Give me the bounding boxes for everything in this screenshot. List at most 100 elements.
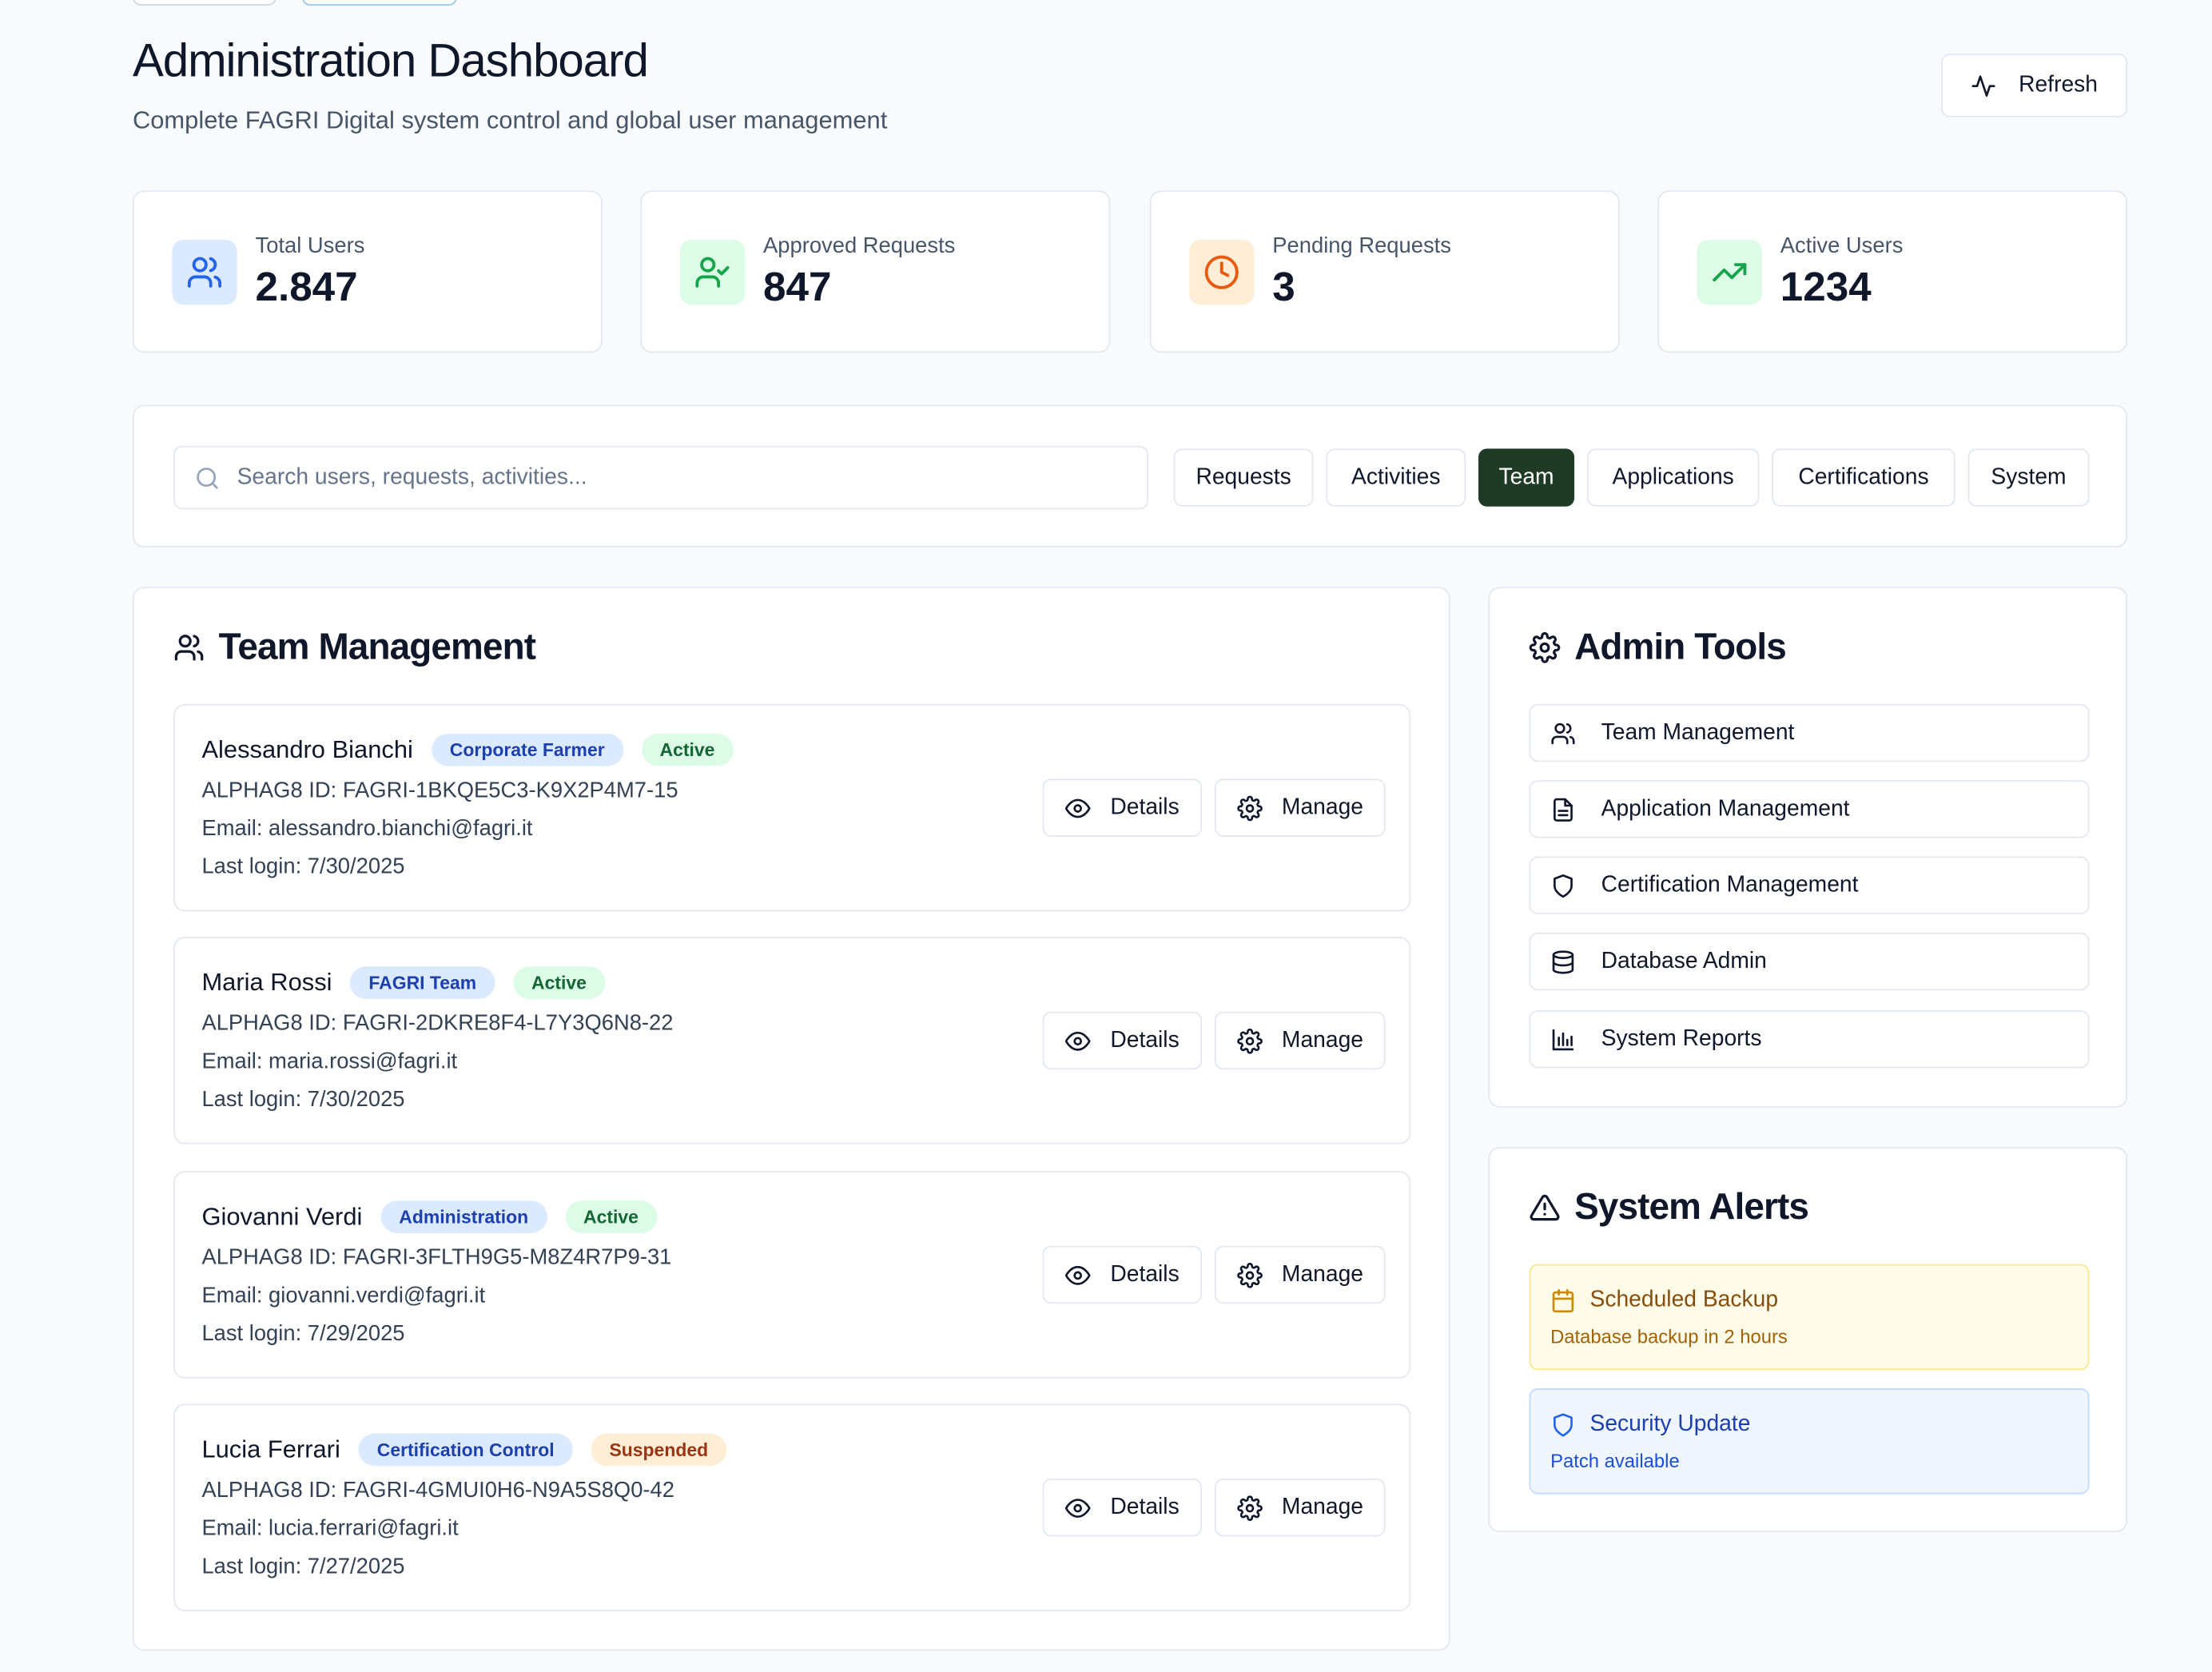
search-input[interactable] [237, 447, 1126, 508]
gear-icon [1236, 794, 1263, 821]
role-badge: Certification Control [358, 1433, 573, 1467]
member-email: Email: alessandro.bianchi@fagri.it [201, 817, 533, 842]
details-button[interactable]: Details [1042, 1011, 1203, 1070]
member-last-login: Last login: 7/30/2025 [201, 854, 405, 879]
file-text-icon [1554, 797, 1573, 821]
tool-label: Team Management [1601, 720, 1795, 745]
member-header: Lucia Ferrari Certification Control Susp… [201, 1433, 727, 1467]
alert-title: Scheduled Backup [1589, 1288, 1779, 1312]
alert-text: Database backup in 2 hours [1550, 1326, 1788, 1348]
member-id: ALPHAG8 ID: FAGRI-2DKRE8F4-L7Y3Q6N8-22 [201, 1011, 674, 1036]
manage-button[interactable]: Manage [1214, 1479, 1386, 1537]
member-id: ALPHAG8 ID: FAGRI-4GMUI0H6-N9A5S8Q0-42 [201, 1479, 674, 1503]
users-icon [174, 634, 204, 660]
tool-label: Certification Management [1601, 872, 1859, 897]
alert-scheduled-backup[interactable]: Scheduled Backup Database backup in 2 ho… [1529, 1264, 2090, 1371]
member-last-login: Last login: 7/30/2025 [201, 1088, 405, 1113]
role-badge: Corporate Farmer [431, 733, 623, 766]
dashboard-page: Administration Dashboard Complete FAGRI … [0, 0, 2212, 1672]
tool-database-admin[interactable]: Database Admin [1529, 932, 2090, 991]
stat-label: Approved Requests [763, 234, 956, 259]
shield-icon [1554, 874, 1573, 898]
stat-value: 2.847 [255, 265, 358, 311]
role-badge: Administration [380, 1200, 547, 1233]
gear-icon [1236, 1495, 1263, 1521]
team-member-card: Lucia Ferrari Certification Control Susp… [173, 1403, 1411, 1611]
manage-label: Manage [1281, 1262, 1363, 1287]
users-icon [172, 240, 237, 305]
tab-system[interactable]: System [1967, 448, 2090, 507]
tool-label: Database Admin [1601, 949, 1767, 973]
tool-application-management[interactable]: Application Management [1529, 780, 2090, 838]
top-tab-stub[interactable] [132, 0, 276, 6]
admin-tools-panel: Admin Tools Team Management Application … [1488, 587, 2128, 1108]
role-badge: FAGRI Team [350, 966, 495, 999]
refresh-label: Refresh [2019, 72, 2099, 97]
user-check-icon [679, 240, 746, 305]
details-button[interactable]: Details [1042, 1479, 1203, 1537]
bar-chart-icon [1552, 1028, 1574, 1050]
top-tab-stub-active[interactable] [301, 0, 457, 6]
page-title: Administration Dashboard [132, 34, 649, 86]
admin-tools-heading: Admin Tools [1529, 625, 1787, 669]
stat-value: 1234 [1780, 265, 1872, 311]
tool-system-reports[interactable]: System Reports [1529, 1009, 2090, 1069]
details-label: Details [1110, 1028, 1180, 1053]
alert-triangle-icon [1530, 1193, 1560, 1220]
page-subtitle: Complete FAGRI Digital system control an… [132, 105, 888, 134]
member-last-login: Last login: 7/29/2025 [201, 1322, 405, 1347]
system-alerts-heading: System Alerts [1530, 1184, 1809, 1229]
member-last-login: Last login: 7/27/2025 [201, 1555, 405, 1579]
team-member-card: Maria Rossi FAGRI Team Active ALPHAG8 ID… [173, 937, 1411, 1145]
tab-applications[interactable]: Applications [1586, 448, 1760, 507]
status-badge: Suspended [591, 1433, 727, 1467]
manage-label: Manage [1281, 794, 1363, 819]
stat-label: Active Users [1780, 234, 1904, 259]
stat-card-pending-requests: Pending Requests 3 [1149, 190, 1620, 353]
member-name: Maria Rossi [201, 967, 332, 997]
member-header: Giovanni Verdi Administration Active [201, 1200, 657, 1233]
stat-label: Total Users [255, 234, 365, 259]
tab-certifications[interactable]: Certifications [1772, 448, 1955, 507]
team-member-card: Alessandro Bianchi Corporate Farmer Acti… [173, 703, 1411, 912]
member-name: Giovanni Verdi [201, 1202, 363, 1231]
member-name: Alessandro Bianchi [201, 734, 413, 764]
details-button[interactable]: Details [1042, 1245, 1203, 1304]
manage-button[interactable]: Manage [1214, 1245, 1386, 1304]
eye-icon [1064, 798, 1091, 818]
tab-activities[interactable]: Activities [1326, 448, 1466, 507]
tool-certification-management[interactable]: Certification Management [1529, 856, 2090, 914]
clock-icon [1189, 240, 1255, 305]
stat-card-approved-requests: Approved Requests 847 [640, 190, 1111, 353]
team-management-heading: Team Management [173, 625, 536, 669]
stat-card-active-users: Active Users 1234 [1657, 190, 2128, 353]
activity-icon [1971, 74, 1995, 97]
gear-icon [1236, 1028, 1263, 1053]
tool-team-management[interactable]: Team Management [1529, 703, 2090, 762]
gear-icon [1236, 1262, 1263, 1288]
stat-value: 847 [763, 265, 832, 311]
panel-title-text: Team Management [218, 625, 536, 667]
search-box[interactable] [173, 445, 1148, 510]
team-member-card: Giovanni Verdi Administration Active ALP… [173, 1171, 1411, 1379]
tab-requests[interactable]: Requests [1173, 448, 1314, 507]
team-management-panel: Team Management Alessandro Bianchi Corpo… [132, 587, 1450, 1651]
manage-button[interactable]: Manage [1214, 778, 1386, 837]
filter-toolbar: Requests Activities Team Applications Ce… [132, 404, 2128, 547]
status-badge: Active [641, 733, 734, 766]
member-id: ALPHAG8 ID: FAGRI-3FLTH9G5-M8Z4R7P9-31 [201, 1245, 672, 1270]
users-icon [1551, 722, 1575, 744]
panel-title-text: System Alerts [1574, 1184, 1809, 1228]
stat-card-total-users: Total Users 2.847 [132, 190, 603, 353]
details-button[interactable]: Details [1042, 778, 1203, 837]
tab-team[interactable]: Team [1478, 448, 1575, 507]
gear-icon [1529, 631, 1561, 663]
member-id: ALPHAG8 ID: FAGRI-1BKQE5C3-K9X2P4M7-15 [201, 778, 678, 803]
tool-label: System Reports [1601, 1026, 1762, 1051]
manage-button[interactable]: Manage [1214, 1011, 1386, 1070]
alert-security-update[interactable]: Security Update Patch available [1529, 1388, 2090, 1495]
member-header: Alessandro Bianchi Corporate Farmer Acti… [201, 733, 734, 766]
refresh-button[interactable]: Refresh [1941, 54, 2128, 117]
details-label: Details [1110, 794, 1180, 819]
details-label: Details [1110, 1495, 1180, 1519]
